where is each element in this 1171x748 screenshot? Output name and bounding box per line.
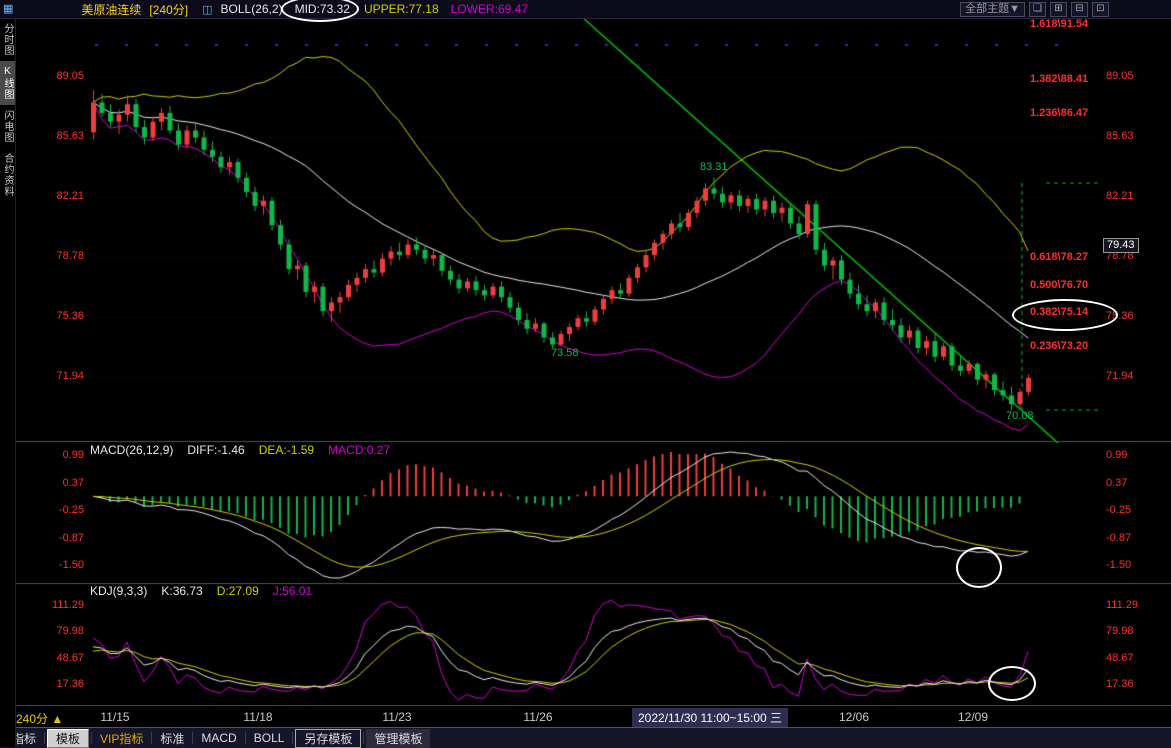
macd-value: MACD:0.27 (328, 444, 390, 457)
chart-type-sidebar: 分时图K线图闪电图合约资料 (0, 18, 16, 747)
sidebar-item-3[interactable]: 闪电图 (0, 105, 15, 148)
kdj-axis-label-right: 79.98 (1106, 625, 1134, 638)
bottom-tab-6[interactable]: BOLL (246, 730, 293, 746)
main-axis-label-right: 85.63 (1106, 130, 1134, 143)
sidebar-item-4[interactable]: 合约资料 (0, 148, 15, 202)
fib-level-label: 1.236\86.47 (1030, 107, 1088, 119)
bottom-tab-4[interactable]: 标准 (152, 729, 192, 748)
macd-diff: DIFF:-1.46 (187, 444, 244, 457)
macd-axis-label-right: 0.37 (1106, 477, 1127, 490)
macd-name: MACD(26,12,9) (90, 444, 173, 457)
main-axis-label-right: 71.94 (1106, 370, 1134, 383)
main-chart-canvas[interactable] (0, 0, 1171, 747)
time-axis-date: 11/18 (243, 710, 272, 724)
macd-axis-label-right: 0.99 (1106, 449, 1127, 462)
kdj-axis-label-left: 17.36 (14, 678, 84, 691)
time-axis: 240分 ▲ 11/15 11/18 11/23 11/26 2022/11/30 11… (0, 705, 1171, 728)
time-axis-date: 12/06 (839, 710, 869, 724)
fib-level-label: 0.618\78.27 (1030, 251, 1088, 263)
kdj-axis-label-left: 48.67 (14, 652, 84, 665)
tab-separator (44, 732, 45, 744)
time-axis-date: 11/23 (382, 710, 411, 724)
bottom-tab-3[interactable]: VIP指标 (92, 729, 151, 748)
main-axis-label-left: 82.21 (14, 190, 84, 203)
macd-axis-label-left: 0.37 (14, 477, 84, 490)
tab-separator (292, 732, 293, 744)
time-axis-date: 12/09 (958, 710, 988, 724)
macd-axis-label-left: 0.99 (14, 449, 84, 462)
time-axis-highlighted-date: 2022/11/30 11:00~15:00 三 (632, 708, 788, 727)
boll-lower-value: LOWER:69.47 (451, 2, 528, 16)
fib-level-label: 0.236\73.20 (1030, 340, 1088, 352)
topbar-right-controls: 全部主题▼ ❏ ⊞ ⊟ ⊡ (960, 2, 1109, 17)
period-label: [240分] (149, 1, 188, 18)
tab-separator (363, 732, 364, 744)
bottom-tab-7[interactable]: 另存模板 (295, 729, 361, 748)
symbol-title: 美原油连续 (81, 1, 141, 18)
kdj-axis-label-right: 48.67 (1106, 652, 1134, 665)
macd-axis-label-right: -0.25 (1106, 504, 1131, 517)
macd-header: MACD(26,12,9) DIFF:-1.46 DEA:-1.59 MACD:… (90, 444, 390, 457)
kdj-axis-label-left: 79.98 (14, 625, 84, 638)
fib-level-label: 0.500\76.70 (1030, 279, 1088, 291)
period-selector[interactable]: 240分 ▲ (16, 710, 63, 727)
kline-style-icon[interactable]: ◫ (202, 3, 212, 16)
macd-axis-label-left: -0.87 (14, 532, 84, 545)
kdj-axis-label-left: 111.29 (14, 599, 84, 612)
fib-level-label: 1.618\91.54 (1030, 18, 1088, 30)
sidebar-item-2[interactable]: K线图 (0, 61, 15, 105)
time-axis-date: 11/15 (100, 710, 129, 724)
pane-split-icon[interactable]: ❏ (1029, 2, 1046, 17)
boll-upper-value: UPPER:77.18 (364, 2, 439, 16)
main-axis-label-left: 78.78 (14, 250, 84, 263)
main-axis-label-right: 75.36 (1106, 310, 1134, 323)
sidebar-item-1[interactable]: 分时图 (0, 18, 15, 61)
kdj-d: D:27.09 (217, 585, 259, 598)
macd-dea: DEA:-1.59 (259, 444, 314, 457)
boll-indicator-label: BOLL(26,2) (221, 2, 283, 16)
price-extreme-label: 83.31 (700, 161, 728, 173)
macd-axis-label-left: -1.50 (14, 559, 84, 572)
fib-level-label: 0.382\75.14 (1030, 306, 1088, 318)
price-extreme-label: 73.58 (551, 347, 579, 359)
kdj-k: K:36.73 (161, 585, 202, 598)
period-text: 240分 (16, 712, 48, 726)
expand-arrow-icon: ▲ (51, 712, 63, 726)
main-axis-label-left: 71.94 (14, 370, 84, 383)
app-logo-icon: ▦ (3, 4, 13, 15)
bottom-tabbar: 指标模板VIP指标标准MACDBOLL另存模板管理模板 (0, 727, 1171, 748)
bottom-tab-5[interactable]: MACD (193, 730, 244, 746)
main-axis-label-right: 82.21 (1106, 190, 1134, 203)
maximize-icon[interactable]: ⊡ (1092, 2, 1109, 17)
main-axis-label-right: 89.05 (1106, 70, 1134, 83)
kdj-header: KDJ(9,3,3) K:36.73 D:27.09 J:56.01 (90, 585, 312, 598)
last-price-badge: 79.43 (1103, 238, 1139, 253)
top-toolbar: ▦ 美原油连续 [240分] ◫ BOLL(26,2) MID:73.32 UP… (0, 0, 1171, 19)
kdj-axis-label-right: 17.36 (1106, 678, 1134, 691)
bottom-tab-2[interactable]: 模板 (47, 729, 89, 748)
kdj-axis-label-right: 111.29 (1106, 599, 1138, 612)
macd-axis-label-left: -0.25 (14, 504, 84, 517)
grid-2x2-icon[interactable]: ⊞ (1050, 2, 1067, 17)
time-axis-date: 11/26 (523, 710, 552, 724)
boll-mid-value: MID:73.32 (295, 2, 350, 16)
kdj-name: KDJ(9,3,3) (90, 585, 147, 598)
bottom-tab-8[interactable]: 管理模板 (366, 729, 430, 748)
fib-level-label: 1.382\88.41 (1030, 73, 1088, 85)
macd-axis-label-right: -0.87 (1106, 532, 1131, 545)
grid-rows-icon[interactable]: ⊟ (1071, 2, 1088, 17)
main-axis-label-left: 85.63 (14, 130, 84, 143)
macd-axis-label-right: -1.50 (1106, 559, 1131, 572)
price-extreme-label: 70.08 (1006, 410, 1034, 422)
theme-dropdown[interactable]: 全部主题▼ (960, 2, 1025, 17)
main-axis-label-left: 75.36 (14, 310, 84, 323)
main-axis-label-left: 89.05 (14, 70, 84, 83)
kdj-j: J:56.01 (273, 585, 312, 598)
